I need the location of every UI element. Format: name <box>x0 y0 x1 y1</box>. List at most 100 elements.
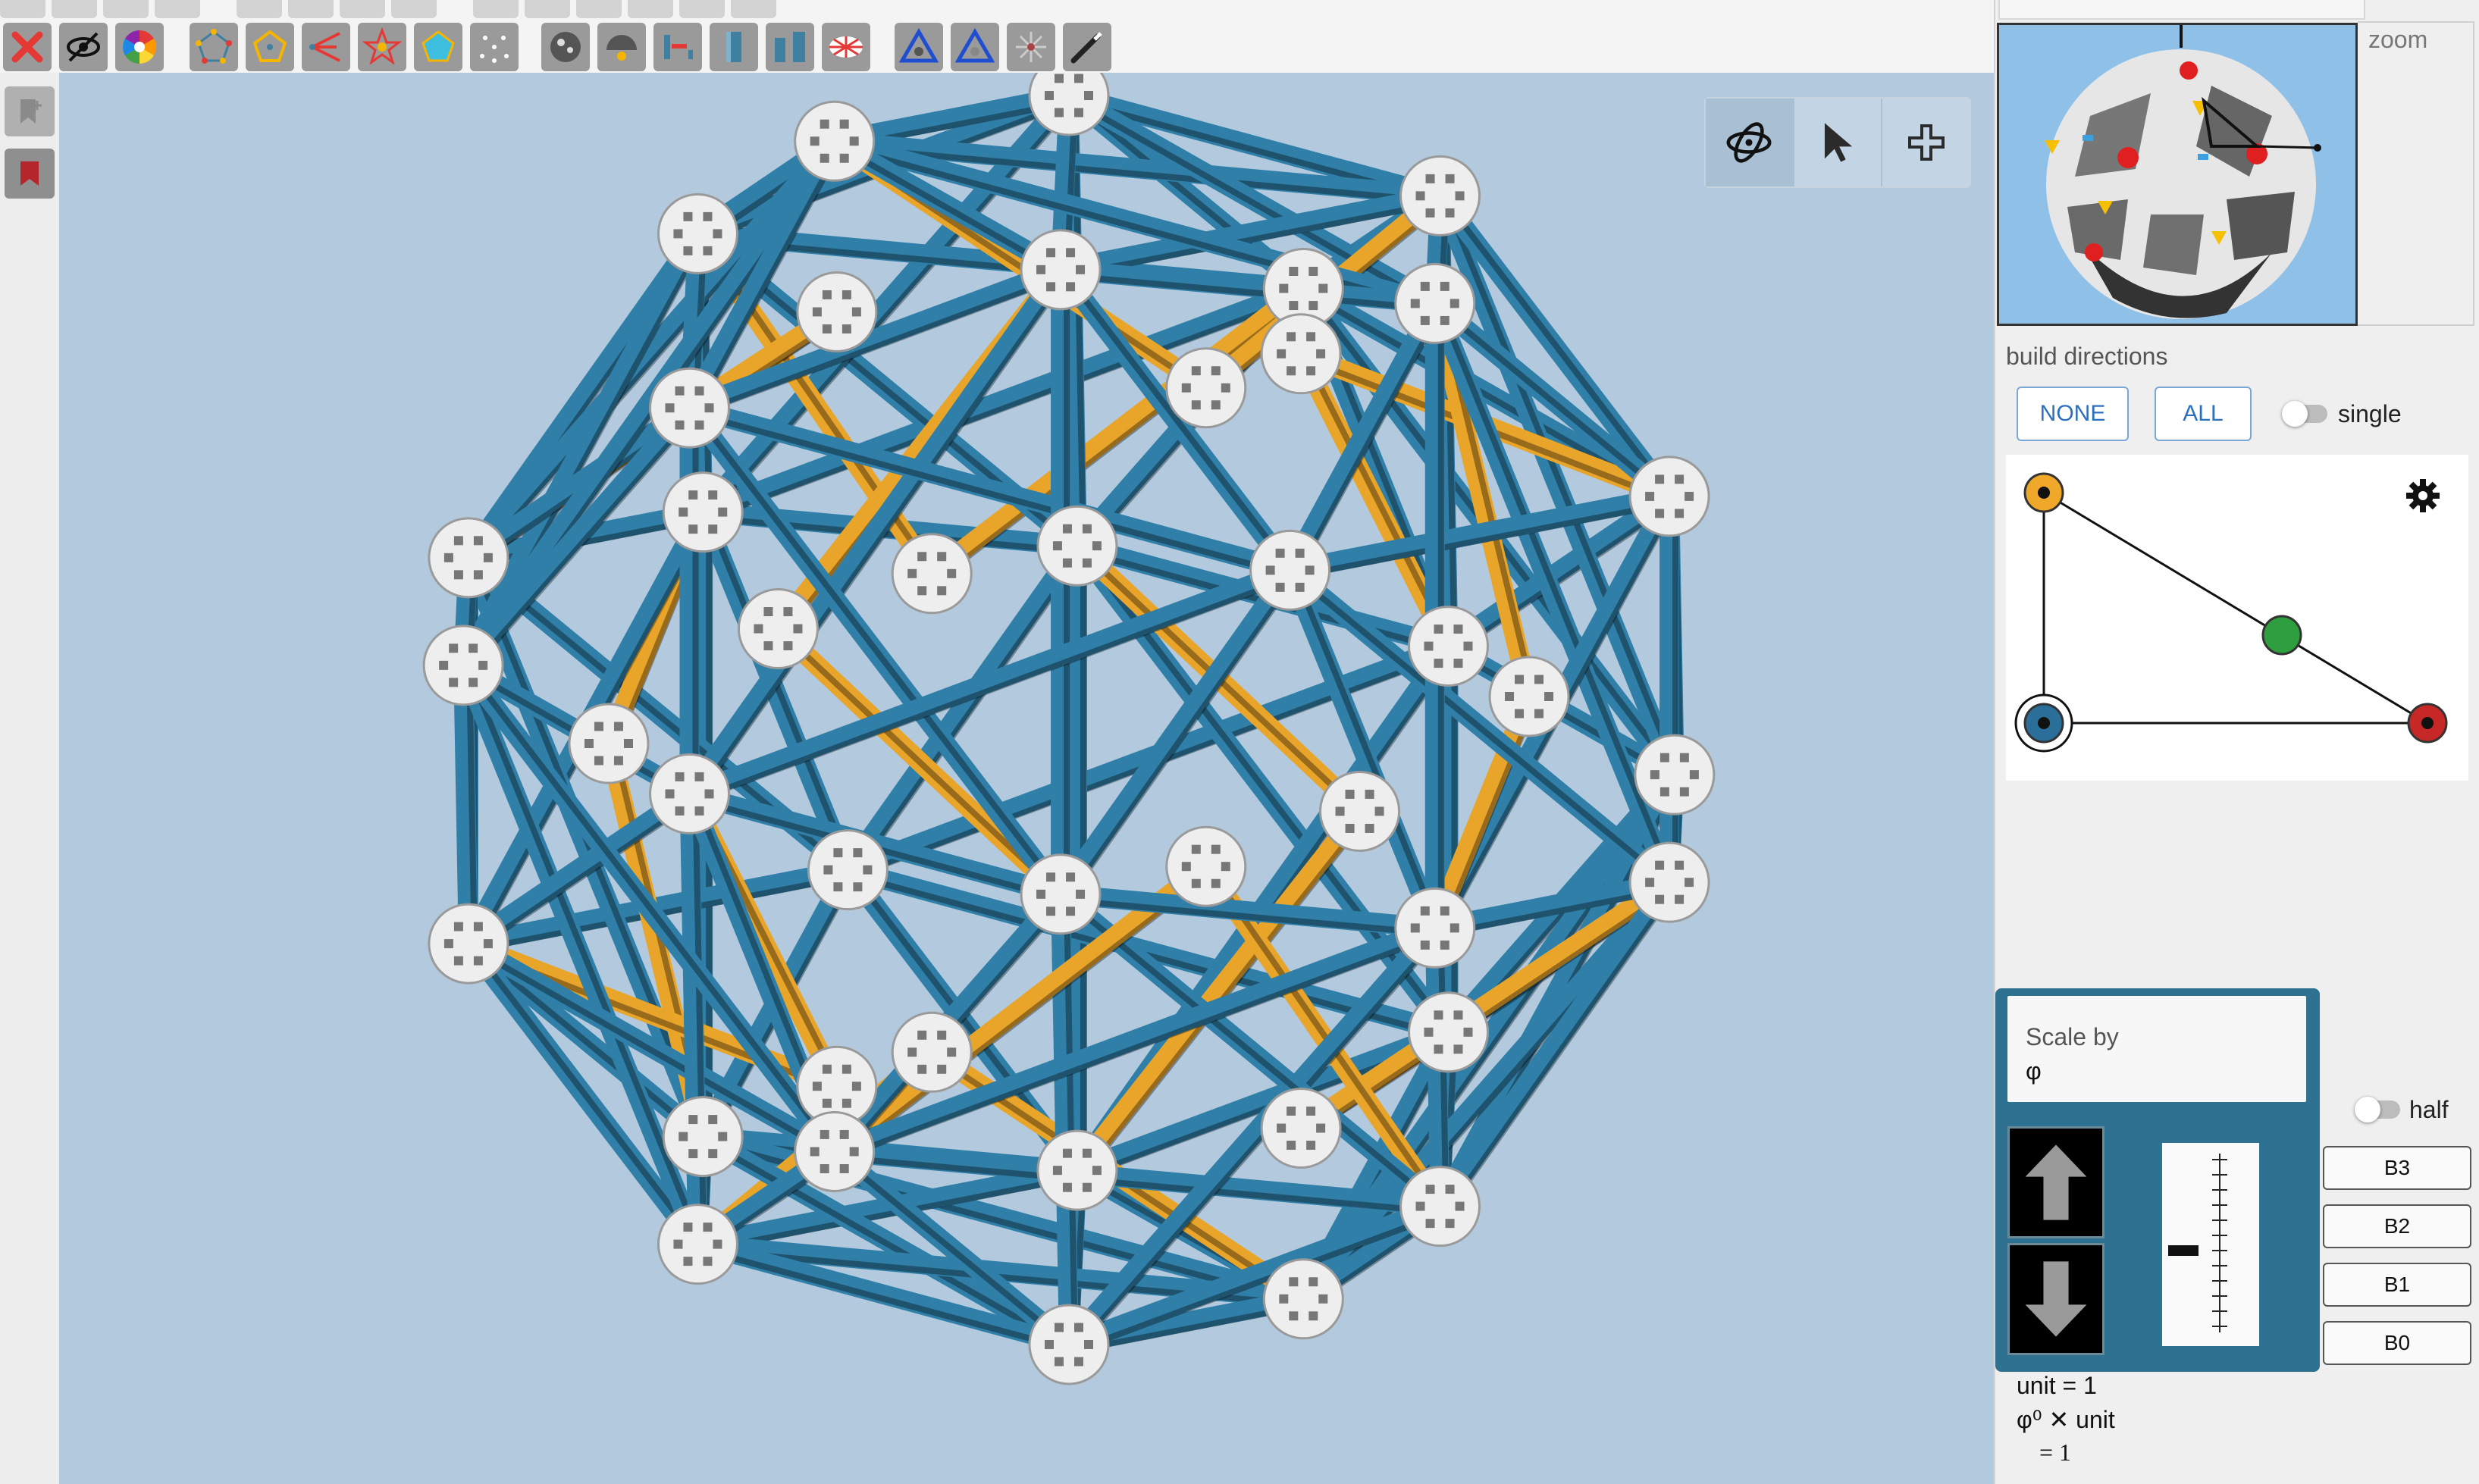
strut-measure-button[interactable] <box>653 23 702 71</box>
point-cloud-button[interactable] <box>470 23 519 71</box>
add-bookmark-button[interactable] <box>5 86 55 136</box>
hemisphere-button[interactable] <box>597 23 646 71</box>
connector-ball[interactable] <box>428 903 509 985</box>
select-mode-button[interactable] <box>1794 99 1883 186</box>
connector-ball[interactable] <box>649 753 731 834</box>
b0-button[interactable]: B0 <box>2323 1321 2471 1365</box>
ball-hole <box>703 1223 713 1232</box>
b3-button[interactable]: B3 <box>2323 1146 2471 1190</box>
connector-ball[interactable] <box>662 471 744 553</box>
orbit-triangle-panel[interactable] <box>2006 455 2468 781</box>
ball-hole <box>820 1129 829 1139</box>
ball-hole <box>1424 641 1434 651</box>
triangle-blue-2-button[interactable] <box>951 23 999 71</box>
connector-ball[interactable] <box>422 625 504 706</box>
b2-button[interactable]: B2 <box>2323 1204 2471 1248</box>
scale-up-button[interactable] <box>2007 1126 2104 1238</box>
connector-ball[interactable] <box>1260 1088 1342 1169</box>
connector-ball[interactable] <box>1165 825 1247 907</box>
star-edges-button[interactable] <box>358 23 406 71</box>
none-button[interactable]: NONE <box>2017 387 2129 441</box>
connector-ball[interactable] <box>1249 529 1331 611</box>
pillar-pair-button[interactable] <box>766 23 814 71</box>
scale-down-button[interactable] <box>2007 1243 2104 1355</box>
zome-model[interactable] <box>59 73 1994 1484</box>
gear-icon[interactable] <box>2406 479 2440 512</box>
connector-ball[interactable] <box>1020 853 1102 935</box>
scale-slider[interactable] <box>2162 1143 2259 1346</box>
single-toggle[interactable] <box>2282 401 2327 427</box>
connector-ball[interactable] <box>1036 1129 1118 1211</box>
connector-ball[interactable] <box>794 1110 876 1192</box>
scale-slider-ticks <box>2168 1154 2227 1332</box>
hide-button[interactable] <box>59 23 108 71</box>
connector-ball[interactable] <box>807 829 888 911</box>
strut[interactable] <box>455 135 843 672</box>
orbit-triangle[interactable] <box>2006 455 2468 781</box>
wand-button[interactable] <box>1063 23 1111 71</box>
connector-ball[interactable] <box>1399 155 1481 236</box>
ball-hole <box>473 922 483 931</box>
ball-hole <box>822 324 832 334</box>
chevron-edges-button[interactable] <box>302 23 350 71</box>
color-button[interactable] <box>115 23 164 71</box>
red-orbit-dot[interactable] <box>2407 703 2448 744</box>
connector-ball[interactable] <box>568 703 650 784</box>
ball-hole <box>1055 108 1064 117</box>
connector-ball[interactable] <box>1036 505 1118 587</box>
b1-button[interactable]: B1 <box>2323 1263 2471 1307</box>
half-toggle[interactable] <box>2355 1097 2400 1122</box>
connector-ball[interactable] <box>1028 1304 1110 1385</box>
yellow-orbit-dot[interactable] <box>2023 472 2064 513</box>
add-mode-button[interactable] <box>1882 99 1970 186</box>
orbit-mode-button[interactable] <box>1706 99 1794 186</box>
connector-ball[interactable] <box>737 588 819 670</box>
green-orbit-dot[interactable] <box>2261 615 2302 656</box>
pentagon-center-button[interactable] <box>190 23 238 71</box>
scale-by-field: Scale by φ <box>2007 996 2306 1102</box>
connector-ball[interactable] <box>1020 229 1102 311</box>
connector-ball[interactable] <box>1407 606 1489 687</box>
connector-ball[interactable] <box>1262 1258 1344 1340</box>
scale-panel: Scale by φ <box>1995 988 2320 1372</box>
scale-slider-thumb[interactable] <box>2168 1245 2199 1256</box>
connector-ball[interactable] <box>891 1011 973 1093</box>
connector-ball[interactable] <box>1634 734 1716 816</box>
3d-viewport[interactable] <box>59 73 1994 1484</box>
connector-ball[interactable] <box>1165 347 1247 429</box>
delete-button[interactable] <box>3 23 52 71</box>
zoom-slider-frame[interactable] <box>2358 21 2474 326</box>
blue-orbit-dot[interactable] <box>2014 693 2073 753</box>
triangle-blue-button[interactable] <box>895 23 943 71</box>
connector-ball[interactable] <box>1319 770 1401 852</box>
connector-ball[interactable] <box>1628 841 1710 923</box>
sphere-button[interactable] <box>541 23 590 71</box>
pentagon-edges-button[interactable] <box>246 23 294 71</box>
connector-ball[interactable] <box>796 271 878 352</box>
connector-ball[interactable] <box>1394 262 1476 344</box>
connector-ball[interactable] <box>1628 456 1710 537</box>
radial-button[interactable] <box>822 23 870 71</box>
bookmark-button[interactable] <box>5 149 55 199</box>
connector-ball[interactable] <box>1394 887 1476 969</box>
all-button[interactable]: ALL <box>2155 387 2252 441</box>
polygon-fill-button[interactable] <box>414 23 462 71</box>
hemisphere-icon <box>606 35 637 61</box>
starburst-button[interactable] <box>1007 23 1055 71</box>
connector-ball[interactable] <box>1399 1166 1481 1248</box>
connector-ball[interactable] <box>1260 313 1342 395</box>
orientation-thumbnail[interactable] <box>1997 23 2358 326</box>
pillar-button[interactable] <box>710 23 758 71</box>
ball-hole <box>665 789 675 799</box>
connector-ball[interactable] <box>649 367 731 449</box>
connector-ball[interactable] <box>1488 656 1570 737</box>
connector-ball[interactable] <box>662 1096 744 1178</box>
connector-ball[interactable] <box>657 193 738 274</box>
connector-ball[interactable] <box>428 517 509 599</box>
ball-hole <box>1191 878 1201 888</box>
connector-ball[interactable] <box>657 1204 738 1285</box>
ball-hole <box>1046 872 1056 882</box>
connector-ball[interactable] <box>794 100 876 182</box>
connector-ball[interactable] <box>1407 991 1489 1073</box>
connector-ball[interactable] <box>891 533 973 615</box>
